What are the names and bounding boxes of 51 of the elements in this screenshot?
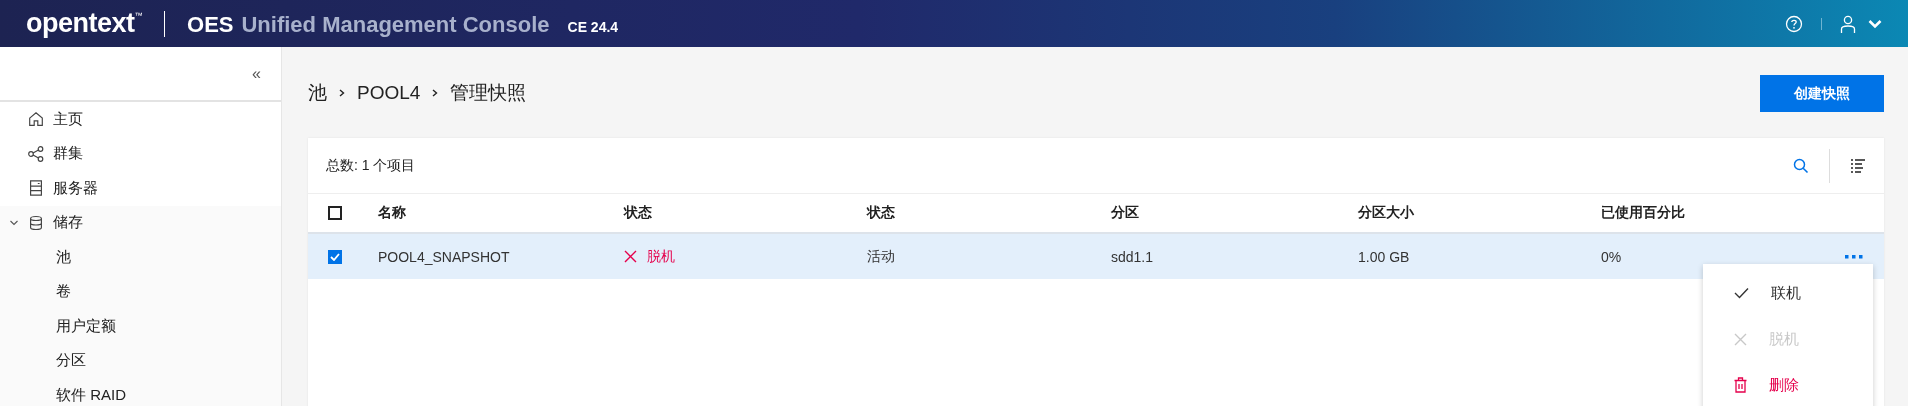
- nav-subitem[interactable]: 卷: [0, 274, 281, 309]
- nav-subitem[interactable]: 分区: [0, 343, 281, 378]
- home-icon: [27, 110, 45, 129]
- column-header[interactable]: 已使用百分比: [1601, 204, 1824, 222]
- breadcrumb-link[interactable]: 池: [308, 79, 327, 106]
- table-cell-text: 1.00 GB: [1358, 248, 1411, 265]
- column-header[interactable]: 分区大小: [1358, 204, 1601, 222]
- check-icon: [1734, 287, 1749, 299]
- table-cell-text: 0%: [1601, 248, 1623, 265]
- server-icon: [27, 179, 45, 198]
- nav-item[interactable]: 服务器: [0, 171, 281, 206]
- app-title: Unified Management Console: [241, 12, 550, 38]
- user-icon[interactable]: [1840, 14, 1856, 33]
- product-name: OES: [187, 12, 234, 38]
- table-cell-text: 活动: [867, 247, 896, 266]
- column-list-icon[interactable]: [1850, 157, 1866, 174]
- logo: opentext$^{™}$: [26, 8, 142, 39]
- chevron-down-icon[interactable]: [1868, 18, 1882, 29]
- nav-item[interactable]: 群集: [0, 136, 281, 171]
- cross-icon: [624, 250, 637, 263]
- status-text: 脱机: [647, 247, 675, 266]
- nav-subitem[interactable]: 软件 RAID: [0, 378, 281, 406]
- collapse-button[interactable]: «: [248, 62, 265, 85]
- database-icon: [27, 213, 45, 232]
- column-header[interactable]: 名称: [378, 204, 624, 222]
- table-cell-text: POOL4_SNAPSHOT: [378, 248, 511, 265]
- item-count: 总数: 1 个项目: [326, 156, 416, 175]
- nav-subitem[interactable]: 池: [0, 240, 281, 275]
- search-icon[interactable]: [1793, 157, 1809, 174]
- cross-icon: [1734, 332, 1747, 346]
- more-icon[interactable]: [1845, 254, 1863, 259]
- create-snapshot-button[interactable]: 创建快照: [1760, 75, 1884, 112]
- table-cell-text: sdd1.1: [1111, 248, 1155, 265]
- breadcrumb-separator-icon: [339, 88, 345, 97]
- nav-item[interactable]: 主页: [0, 102, 281, 137]
- table-row[interactable]: POOL4_SNAPSHOT 脱机 活动 sdd1.1 1.00 GB 0%: [308, 234, 1884, 279]
- share-icon: [27, 144, 45, 163]
- nav-item[interactable]: 储存: [0, 205, 281, 240]
- column-header[interactable]: 分区: [1111, 204, 1358, 222]
- trash-icon: [1734, 377, 1747, 393]
- page-title: 管理快照: [450, 80, 527, 105]
- nav-subitem[interactable]: 用户定额: [0, 309, 281, 344]
- column-header[interactable]: 状态: [867, 204, 1111, 222]
- select-all-checkbox[interactable]: [328, 206, 342, 220]
- breadcrumb-link[interactable]: POOL4: [357, 81, 421, 104]
- version-label: CE 24.4: [567, 19, 619, 35]
- breadcrumb-separator-icon: [432, 88, 439, 97]
- column-header[interactable]: 状态: [624, 204, 867, 222]
- row-checkbox[interactable]: [328, 249, 342, 264]
- help-icon[interactable]: [1785, 14, 1803, 33]
- menu-item[interactable]: 删除: [1703, 362, 1873, 406]
